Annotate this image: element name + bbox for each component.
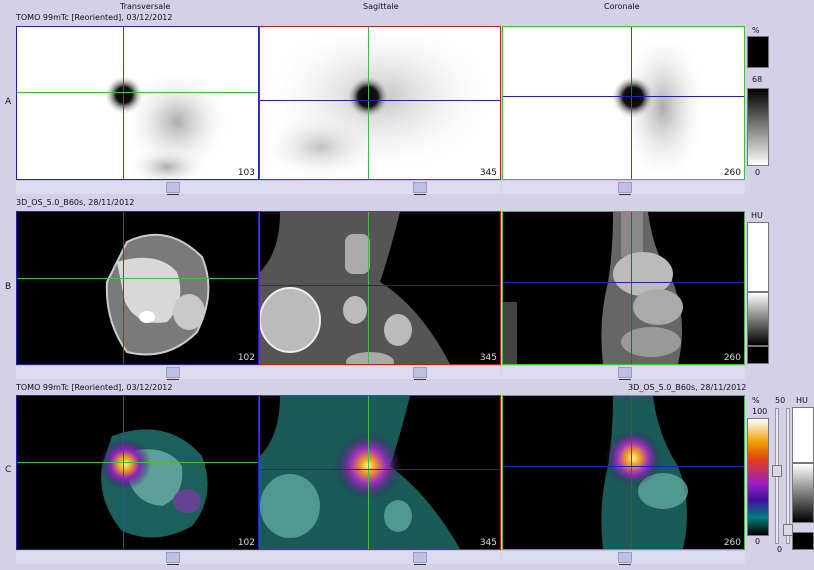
colorbar-c-ct-gradient[interactable] (792, 463, 814, 523)
crosshair-horizontal[interactable] (17, 278, 258, 279)
nm-sagittal-image (260, 27, 500, 179)
row-a-series-title: TOMO 99mTc [Reoriented], 03/12/2012 (16, 13, 173, 22)
scroll-thumb[interactable] (166, 552, 180, 565)
slice-number: 345 (479, 168, 497, 178)
scroll-thumb[interactable] (618, 367, 632, 380)
fusion-transversal-image (99, 429, 208, 538)
scroll-thumb[interactable] (166, 182, 180, 195)
scrollbar-a-sagittale[interactable] (259, 180, 501, 195)
slice-number: 345 (479, 353, 497, 363)
ct-coronal-image (503, 212, 683, 364)
slice-number: 260 (723, 353, 741, 363)
scrollbar-c-coronale[interactable] (502, 550, 745, 565)
viewport-a-sagittale[interactable]: 345 (259, 26, 501, 180)
colorbar-c-pet-gradient[interactable] (747, 418, 769, 536)
slice-number: 102 (237, 353, 255, 363)
header-sagittale: Sagittale (363, 2, 399, 11)
crosshair-horizontal[interactable] (260, 100, 500, 101)
colorbar-a-gradient[interactable] (747, 88, 769, 166)
crosshair-vertical[interactable] (368, 27, 369, 179)
colorbar-c-ct-bottom[interactable] (792, 532, 814, 550)
nm-transversal-image (104, 67, 232, 179)
header-coronale: Coronale (604, 2, 640, 11)
crosshair-horizontal[interactable] (17, 92, 258, 93)
nm-coronal-image (611, 27, 708, 179)
fusion-sagittal-image (260, 396, 460, 549)
row-label-a: A (5, 97, 12, 107)
crosshair-vertical[interactable] (368, 396, 369, 549)
scrollbar-a-transversale[interactable] (16, 180, 259, 195)
crosshair-horizontal[interactable] (260, 285, 500, 286)
slice-number: 345 (479, 538, 497, 548)
colorbar-b-top[interactable] (747, 222, 769, 292)
scrollbar-b-coronale[interactable] (502, 365, 745, 380)
scrollbar-b-transversale[interactable] (16, 365, 259, 380)
crosshair-horizontal[interactable] (503, 282, 744, 283)
ct-transversal-image (105, 233, 210, 356)
ct-sagittal-image (260, 212, 450, 364)
viewport-c-coronale[interactable]: 260 (502, 395, 745, 550)
scroll-thumb[interactable] (618, 182, 632, 195)
scrollbar-a-coronale[interactable] (502, 180, 745, 195)
colorbar-c-min: 0 (755, 537, 761, 546)
colorbar-c-unit-hu: HU (796, 396, 808, 405)
header-transversale: Transversale (120, 2, 171, 11)
slice-number: 260 (723, 168, 741, 178)
crosshair-horizontal[interactable] (503, 96, 744, 97)
scroll-thumb[interactable] (413, 552, 427, 565)
row-label-c: C (5, 465, 12, 475)
crosshair-vertical[interactable] (631, 27, 632, 179)
scroll-thumb[interactable] (618, 552, 632, 565)
viewport-b-coronale[interactable]: 260 (502, 211, 745, 365)
colorbar-b-bottom[interactable] (747, 346, 769, 364)
colorbar-c-mid: 50 (775, 396, 786, 405)
colorbar-a-unit: % (752, 26, 760, 35)
colorbar-a-value: 68 (752, 75, 763, 84)
viewport-c-sagittale[interactable]: 345 (259, 395, 501, 550)
viewport-c-transversale[interactable]: 102 (16, 395, 259, 550)
colorbar-a-min: 0 (755, 168, 761, 177)
crosshair-vertical[interactable] (123, 27, 124, 179)
crosshair-horizontal[interactable] (260, 469, 500, 470)
crosshair-vertical[interactable] (631, 212, 632, 364)
slice-number: 102 (237, 538, 255, 548)
colorbar-c-unit-pct: % (752, 396, 760, 405)
crosshair-vertical[interactable] (123, 212, 124, 364)
crosshair-horizontal[interactable] (17, 462, 258, 463)
scrollbar-c-transversale[interactable] (16, 550, 259, 565)
viewport-b-sagittale[interactable]: 345 (259, 211, 501, 365)
colorbar-b-gradient[interactable] (747, 292, 769, 346)
row-label-b: B (5, 282, 12, 292)
colorbar-c-ct-top[interactable] (792, 407, 814, 463)
blend-slider-handle[interactable] (772, 465, 782, 477)
viewport-b-transversale[interactable]: 102 (16, 211, 259, 365)
scroll-thumb[interactable] (166, 367, 180, 380)
row-b-series-title: 3D_OS_5.0_B60s, 28/11/2012 (16, 198, 135, 207)
row-c-series-title-left: TOMO 99mTc [Reoriented], 03/12/2012 (16, 383, 173, 392)
colorbar-b-unit: HU (751, 211, 763, 220)
crosshair-vertical[interactable] (368, 212, 369, 364)
colorbar-a-top[interactable] (747, 36, 769, 68)
scroll-thumb[interactable] (413, 367, 427, 380)
scroll-thumb[interactable] (413, 182, 427, 195)
crosshair-horizontal[interactable] (503, 466, 744, 467)
colorbar-c-min2: 0 (777, 545, 783, 554)
slice-number: 260 (723, 538, 741, 548)
viewport-a-coronale[interactable]: 260 (502, 26, 745, 180)
colorbar-c-max: 100 (752, 407, 768, 416)
crosshair-vertical[interactable] (631, 396, 632, 549)
viewport-a-transversale[interactable]: 103 (16, 26, 259, 180)
slice-number: 103 (237, 168, 255, 178)
crosshair-vertical[interactable] (123, 396, 124, 549)
scrollbar-c-sagittale[interactable] (259, 550, 501, 565)
scrollbar-b-sagittale[interactable] (259, 365, 501, 380)
fusion-coronal-image (601, 396, 688, 549)
row-c-series-title-right: 3D_OS_5.0_B60s, 28/11/2012 (628, 383, 747, 392)
